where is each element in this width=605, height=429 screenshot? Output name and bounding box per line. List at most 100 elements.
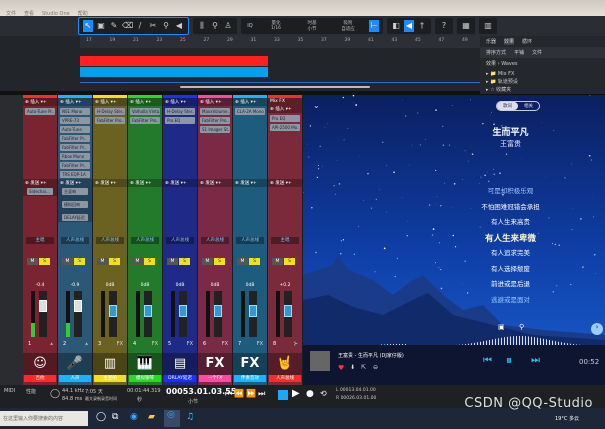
mute-button[interactable]: M xyxy=(132,258,143,265)
channel-fx-icon[interactable]: FX xyxy=(117,341,123,347)
output-routing[interactable]: 人声总线 xyxy=(131,237,159,244)
channel-name[interactable]: 主混响 xyxy=(94,375,126,382)
layout-icon[interactable]: ▥ xyxy=(483,20,493,32)
play-button[interactable]: ▶ xyxy=(292,388,300,399)
video-icon[interactable]: ▦ xyxy=(461,20,471,32)
mute-button[interactable]: M xyxy=(27,258,38,265)
pencil-tool-icon[interactable]: ✎ xyxy=(109,20,119,32)
volume-fader[interactable] xyxy=(144,291,152,337)
insert-plugin[interactable]: H-Delay Ster.. xyxy=(165,108,195,115)
share-icon[interactable]: ⇱ xyxy=(361,364,366,371)
insert-header[interactable]: ⊕ 插入 ▾+ xyxy=(163,98,197,106)
insert-header[interactable]: ⊕ 插入 ▾+ xyxy=(268,105,302,113)
record-button[interactable]: ● xyxy=(306,389,314,399)
pitch-icon[interactable]: ⚲ xyxy=(519,323,524,331)
record-monitor-icon[interactable]: ◯ xyxy=(50,389,60,399)
loop-right[interactable]: R 00026.03.01.00 xyxy=(336,396,376,401)
music-app-icon[interactable]: ♫ xyxy=(186,412,194,422)
crumb-effects[interactable]: 效果 xyxy=(486,61,496,67)
insert-plugin[interactable]: FabFilter Pr.. xyxy=(60,135,90,142)
volume-fader[interactable] xyxy=(39,291,47,337)
zoom-icon[interactable]: ⚲ xyxy=(210,20,220,32)
channel-instrument-icon[interactable]: 🎹 xyxy=(128,353,162,375)
comment-icon[interactable]: ⊖ xyxy=(373,364,378,371)
loop-left[interactable]: L 00013.04.01.00 xyxy=(336,388,376,393)
mute-button[interactable]: M xyxy=(97,258,108,265)
tab-instruments[interactable]: 乐器 xyxy=(486,38,496,45)
send-header[interactable]: ⊕ 发送 ▾+ xyxy=(163,179,197,187)
metronome-icon[interactable]: ♙ xyxy=(223,20,233,32)
volume-fader[interactable] xyxy=(179,291,187,337)
tab-related[interactable]: 相关 xyxy=(518,102,539,110)
help-button[interactable]: ? xyxy=(439,20,449,32)
channel-name[interactable]: 人声总线 xyxy=(269,375,301,382)
channel-instrument-icon[interactable]: 🤘 xyxy=(268,353,302,375)
insert-plugin[interactable]: FabFilter Pro.. xyxy=(95,117,125,124)
output-routing[interactable]: 人声总线 xyxy=(166,237,194,244)
insert-header[interactable]: ⊕ 插入 ▾+ xyxy=(233,98,267,106)
task-view-icon[interactable]: ◯ xyxy=(96,412,106,422)
channel-name[interactable]: 一个FX xyxy=(199,375,231,382)
output-routing[interactable]: 人声总线 xyxy=(201,237,229,244)
solo-button[interactable]: S xyxy=(144,258,155,265)
volume-fader[interactable] xyxy=(284,291,292,337)
channel-name[interactable]: 吉他 xyxy=(24,375,56,382)
insert-plugin[interactable]: VPRE-73 xyxy=(60,117,90,124)
channel-instrument-icon[interactable]: ☺ xyxy=(23,353,57,375)
volume-fader[interactable] xyxy=(214,291,222,337)
channel-instrument-icon[interactable]: 🎤 xyxy=(58,353,92,375)
insert-plugin[interactable]: FabFilter Pr.. xyxy=(60,144,90,151)
solo-button[interactable]: S xyxy=(74,258,85,265)
iq-button[interactable]: IQ xyxy=(245,20,255,32)
solo-button[interactable]: S xyxy=(214,258,225,265)
send-slot[interactable]: 主混响 xyxy=(62,188,88,195)
mute-tool-icon[interactable]: ✂ xyxy=(148,20,158,32)
audio-clip-blue[interactable] xyxy=(80,67,268,77)
insert-plugin[interactable]: H-Delay Ster.. xyxy=(95,108,125,115)
snap-select[interactable]: 吸附 自适应 xyxy=(333,20,363,32)
taskbar-search[interactable]: 在这里输入你要搜索的内容 xyxy=(0,411,88,426)
heart-icon[interactable]: ♥ xyxy=(338,364,344,372)
download-icon[interactable]: ⬇ xyxy=(350,364,355,371)
insert-header[interactable]: ⊕ 插入 ▾+ xyxy=(58,98,92,106)
lyric-line[interactable]: 可是却积极乐观 xyxy=(303,185,605,195)
insert-plugin[interactable]: MaxxVolume.. xyxy=(200,108,230,115)
lyric-line[interactable]: 有人生来高贵 xyxy=(303,216,605,226)
floating-button[interactable]: › xyxy=(591,323,603,335)
channel-name[interactable]: 人声 xyxy=(59,375,91,382)
sort-by[interactable]: 排序方式 xyxy=(486,49,506,56)
send-header[interactable]: ⊕ 发送 ▾+ xyxy=(198,179,232,187)
send-header[interactable]: ⊕ 发送 ▾+ xyxy=(268,179,302,187)
channel-fx-icon[interactable]: FX xyxy=(187,341,193,347)
tab-lyrics[interactable]: 歌词 xyxy=(497,102,518,110)
volume-fader[interactable] xyxy=(109,291,117,337)
channel-fx-icon[interactable]: FX xyxy=(152,341,158,347)
rewind-icon[interactable]: ⏪ xyxy=(234,389,246,398)
send-slot[interactable]: DELAY延迟 xyxy=(62,214,88,221)
tab-effects[interactable]: 效果 xyxy=(504,38,515,45)
eraser-tool-icon[interactable]: ⌫ xyxy=(122,20,133,32)
insert-plugin[interactable]: NS1 Mono xyxy=(60,108,90,115)
channel-fx-icon[interactable]: ⩓ xyxy=(50,341,53,347)
sort-file[interactable]: 文件 xyxy=(532,49,542,56)
channel-instrument-icon[interactable]: FX xyxy=(233,353,267,375)
album-cover[interactable] xyxy=(310,351,330,371)
collapse-chevron-icon[interactable]: ⌄ xyxy=(313,101,320,110)
insert-plugin[interactable]: Auto-Tune xyxy=(60,126,90,133)
sort-flat[interactable]: 平铺 xyxy=(514,49,524,56)
next-track-icon[interactable]: ⏭ xyxy=(531,355,540,366)
explorer-icon[interactable]: ▰ xyxy=(148,412,155,422)
send-header[interactable]: ⊕ 发送 ▾+ xyxy=(233,179,267,187)
widgets-icon[interactable]: ⧉ xyxy=(112,412,118,422)
loop-button[interactable]: ⟲ xyxy=(320,389,327,398)
edge-icon[interactable]: ◉ xyxy=(130,412,138,422)
range-tool-icon[interactable]: ▣ xyxy=(96,20,106,32)
mute-button[interactable]: M xyxy=(237,258,248,265)
listen-tool-icon[interactable]: ◀ xyxy=(174,20,184,32)
volume-fader[interactable] xyxy=(74,291,82,337)
insert-plugin[interactable]: FabFilter Pr.. xyxy=(60,162,90,169)
send-header[interactable]: ⊕ 发送 ▾+ Sidechai... xyxy=(23,179,57,196)
arrow-tool-icon[interactable]: ↖ xyxy=(83,20,93,32)
channel-fx-icon[interactable]: FX xyxy=(222,341,228,347)
mute-button[interactable]: M xyxy=(167,258,178,265)
